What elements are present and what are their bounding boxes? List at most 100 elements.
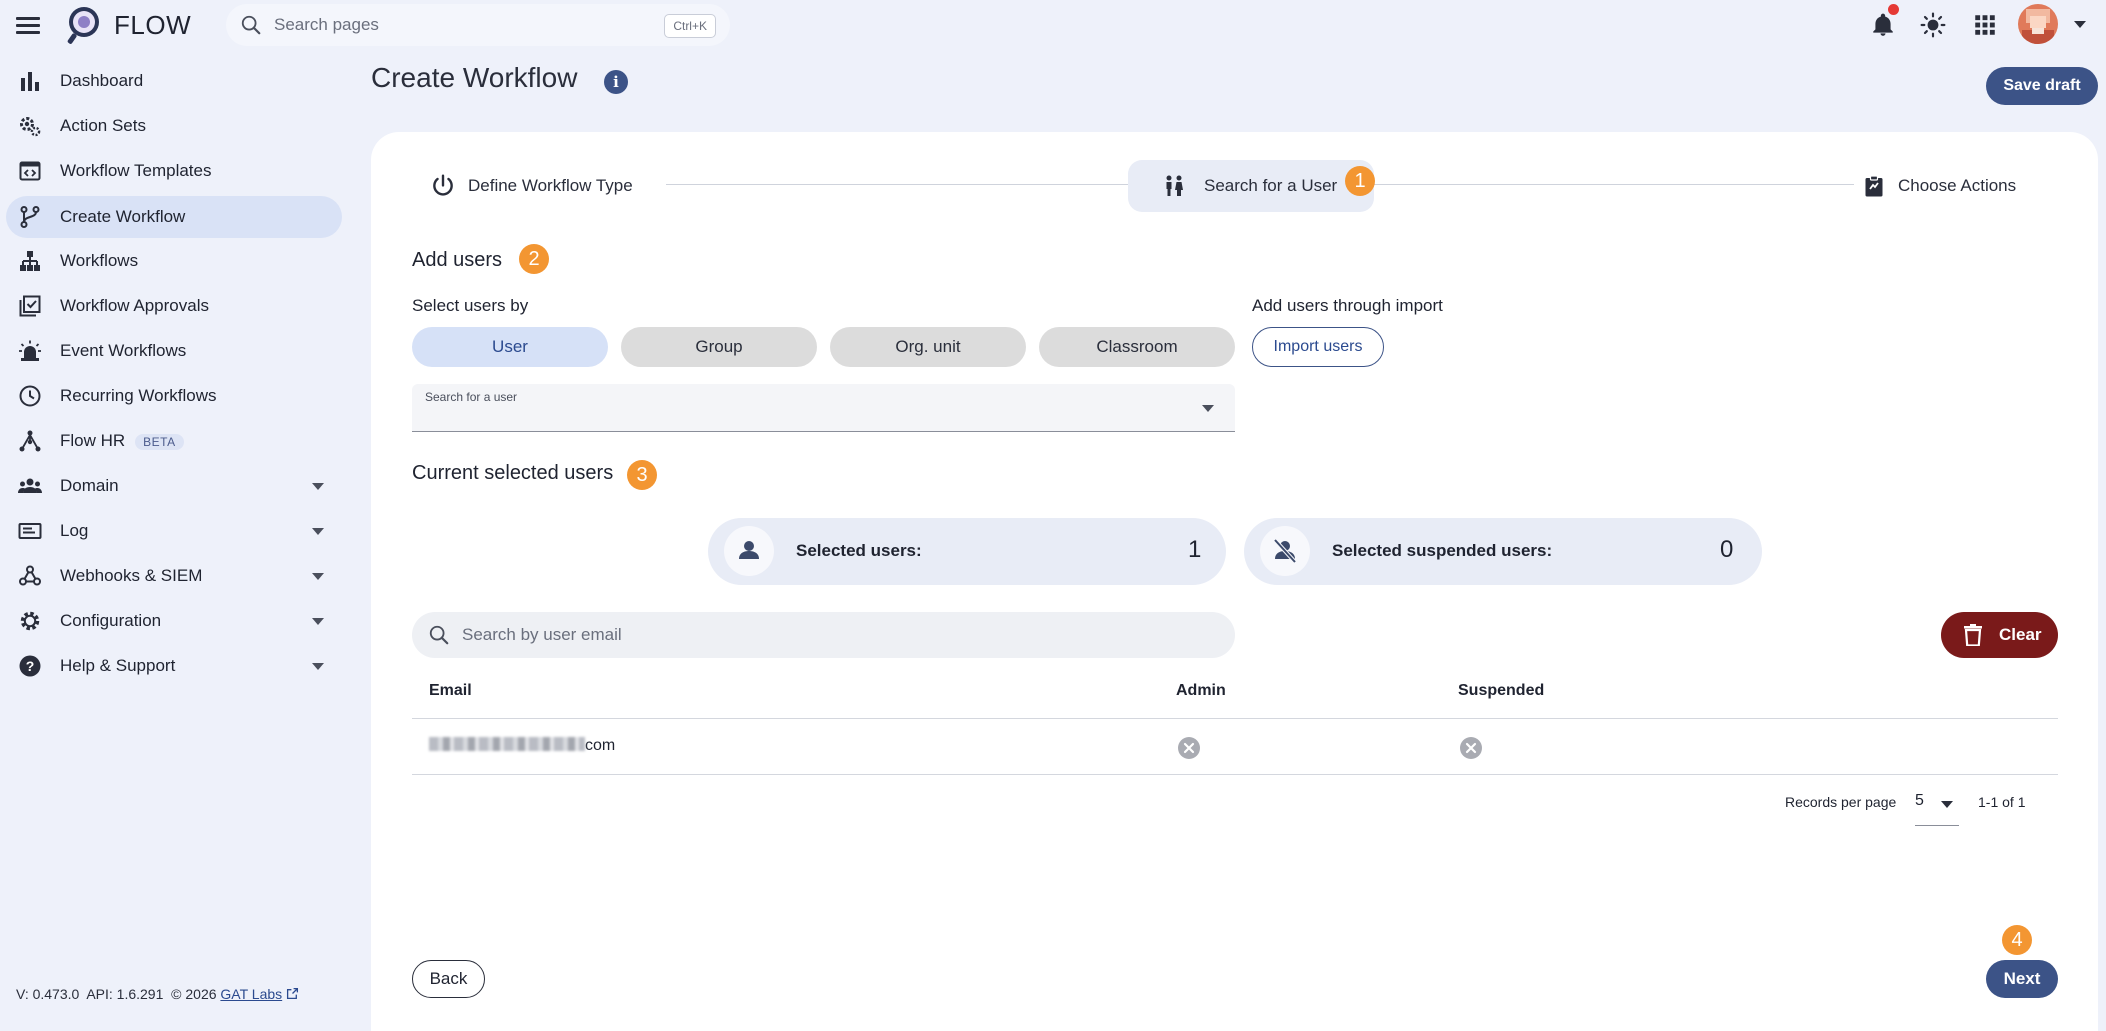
help-icon: ?	[19, 655, 41, 677]
clipboard-icon	[1865, 175, 1883, 197]
sidebar-item-label: Flow HR BETA	[60, 431, 184, 451]
sidebar-item-label: Help & Support	[60, 656, 176, 675]
shortcut-hint: Ctrl+K	[664, 14, 716, 38]
stepper-connector	[666, 184, 1128, 185]
copyright-text: © 2026	[171, 986, 217, 1002]
notifications-bell-icon[interactable]	[1870, 4, 1899, 38]
chevron-down-icon	[1202, 405, 1214, 412]
sidebar-item-dashboard[interactable]: Dashboard	[6, 60, 342, 102]
sidebar-item-action-sets[interactable]: Action Sets	[6, 105, 342, 147]
sidebar-item-label: Create Workflow	[60, 207, 186, 226]
step-label: Search for a User	[1204, 176, 1338, 195]
sidebar-item-label: Action Sets	[60, 116, 146, 135]
account-menu-caret-icon[interactable]	[2074, 21, 2086, 28]
next-button[interactable]: Next	[1986, 960, 2058, 998]
add-users-title: Add users	[412, 249, 503, 271]
sidebar-item-label: Workflow Approvals	[60, 296, 209, 315]
sidebar-item-domain[interactable]: Domain	[6, 465, 342, 507]
gears-icon	[20, 117, 41, 137]
log-icon	[18, 523, 42, 539]
sidebar-item-label: Domain	[60, 476, 119, 495]
company-link[interactable]: GAT Labs	[220, 986, 282, 1002]
step-label: Choose Actions	[1898, 176, 2017, 195]
power-icon	[433, 174, 453, 196]
person-icon	[724, 526, 774, 576]
flow-logo-icon	[67, 7, 99, 44]
sidebar-item-label: Dashboard	[60, 71, 144, 90]
back-button[interactable]: Back	[412, 960, 485, 998]
search-user-label: Search for a user	[425, 390, 518, 404]
sidebar-item-flow-hr[interactable]: Flow HR BETA	[6, 420, 342, 462]
beta-badge: BETA	[135, 433, 184, 450]
people-tree-icon	[19, 430, 41, 452]
person-off-icon	[1260, 526, 1310, 576]
sidebar-item-label: Webhooks & SIEM	[60, 566, 203, 585]
suspended-users-stat: Selected suspended users: 0	[1244, 518, 1762, 585]
version-text: V: 0.473.0	[16, 986, 80, 1002]
sidebar-item-recurring-workflows[interactable]: Recurring Workflows	[6, 375, 342, 417]
apps-grid-icon[interactable]	[1972, 12, 1998, 38]
option-user-button[interactable]: User	[412, 327, 608, 367]
gear-icon	[20, 611, 40, 631]
sidebar-item-workflow-templates[interactable]: Workflow Templates	[6, 150, 342, 192]
option-classroom-button[interactable]: Classroom	[1039, 327, 1235, 367]
menu-icon[interactable]	[16, 14, 40, 36]
external-link-icon[interactable]	[286, 987, 299, 1000]
chevron-down-icon	[312, 528, 324, 535]
column-header-email[interactable]: Email	[429, 682, 472, 700]
app-logo[interactable]: FLOW	[64, 4, 191, 46]
top-bar: FLOW Search pages Ctrl+K	[0, 0, 2106, 50]
app-name: FLOW	[114, 9, 192, 40]
api-version-text: API: 1.6.291	[86, 986, 164, 1002]
column-header-admin[interactable]: Admin	[1176, 682, 1226, 700]
sidebar-item-workflows[interactable]: Workflows	[6, 240, 342, 282]
code-window-icon	[19, 161, 41, 181]
sidebar-item-log[interactable]: Log	[6, 510, 342, 552]
step-search-for-a-user[interactable]: Search for a User	[1128, 160, 1374, 212]
bar-chart-icon	[21, 72, 39, 91]
sidebar-item-event-workflows[interactable]: Event Workflows	[6, 330, 342, 372]
sidebar-item-webhooks-siem[interactable]: Webhooks & SIEM	[6, 555, 342, 597]
sidebar-item-configuration[interactable]: Configuration	[6, 600, 342, 642]
next-badge: 4	[2002, 925, 2032, 955]
theme-sun-icon[interactable]	[1920, 12, 1946, 38]
step-define-workflow-type[interactable]: Define Workflow Type	[424, 160, 660, 212]
records-per-page-select[interactable]: 5	[1915, 788, 1959, 826]
section-badge: 2	[519, 244, 549, 274]
group-icon	[18, 478, 42, 493]
import-users-button[interactable]: Import users	[1252, 327, 1384, 367]
records-per-page-label: Records per page	[1785, 794, 1897, 810]
records-per-page-value: 5	[1915, 792, 1924, 809]
select-users-by-label: Select users by	[412, 296, 529, 315]
sidebar-item-help-support[interactable]: ? Help & Support	[6, 645, 342, 687]
branch-icon	[20, 206, 40, 228]
sidebar-item-label: Recurring Workflows	[60, 386, 217, 405]
option-org-unit-button[interactable]: Org. unit	[830, 327, 1026, 367]
sidebar-item-label: Workflow Templates	[60, 161, 212, 180]
search-pages-input[interactable]: Search pages Ctrl+K	[226, 4, 730, 46]
clear-button[interactable]: Clear	[1941, 612, 2058, 658]
current-users-title: Current selected users	[412, 462, 614, 484]
sidebar-item-create-workflow[interactable]: Create Workflow	[6, 196, 342, 238]
workflow-card	[371, 132, 2098, 1031]
selected-users-count: 1	[1188, 536, 1202, 563]
table-divider	[412, 718, 2058, 719]
step-choose-actions[interactable]: Choose Actions	[1860, 160, 2020, 212]
step-badge: 1	[1345, 166, 1375, 196]
admin-false-icon	[1178, 737, 1200, 759]
search-user-select[interactable]: Search for a user	[412, 384, 1235, 432]
suspended-false-icon	[1460, 737, 1482, 759]
suspended-users-label: Selected suspended users:	[1332, 541, 1553, 560]
save-draft-button[interactable]: Save draft	[1986, 67, 2098, 105]
sidebar-item-workflow-approvals[interactable]: Workflow Approvals	[6, 285, 342, 327]
chevron-down-icon	[312, 483, 324, 490]
clock-icon	[19, 385, 41, 407]
email-search-field[interactable]	[412, 612, 1235, 658]
sidebar-item-label-text: Flow HR	[60, 431, 126, 450]
email-search-input[interactable]	[462, 625, 1202, 645]
info-icon[interactable]: i	[604, 70, 628, 94]
option-group-button[interactable]: Group	[621, 327, 817, 367]
user-avatar[interactable]	[2018, 4, 2058, 44]
column-header-suspended[interactable]: Suspended	[1458, 682, 1544, 700]
sidebar-item-label: Workflows	[60, 251, 139, 270]
